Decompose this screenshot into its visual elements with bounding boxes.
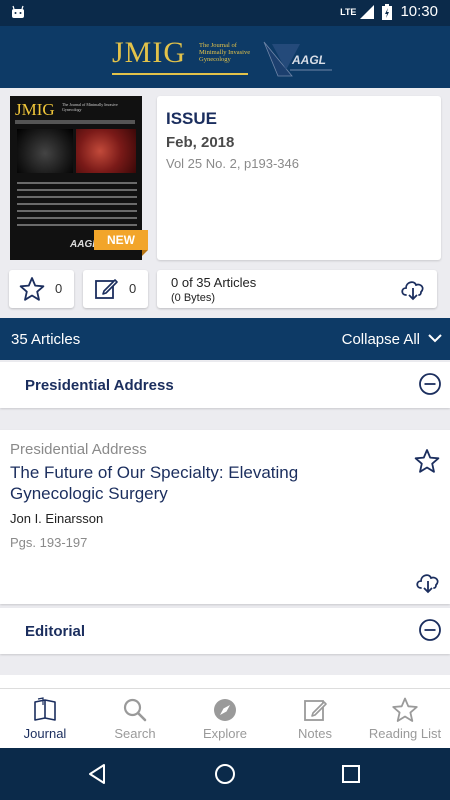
- logo-underline: [112, 73, 248, 75]
- section-header-editorial[interactable]: Editorial: [0, 608, 450, 654]
- notes-icon: [304, 700, 327, 721]
- notes-count: 0: [129, 281, 137, 296]
- add-to-reading-list-star-icon[interactable]: [414, 448, 440, 474]
- issue-volume: Vol 25 No. 2, p193-346: [166, 156, 299, 171]
- article-pages: Pgs. 193-197: [10, 535, 88, 550]
- article-card[interactable]: Presidential Address The Future of Our S…: [0, 430, 450, 604]
- articles-downloaded-count: 0 of 35 Articles: [171, 275, 257, 290]
- nav-label: Reading List: [368, 726, 442, 741]
- article-title[interactable]: The Future of Our Specialty: Elevating G…: [10, 462, 390, 504]
- collapse-all-button[interactable]: Collapse All: [342, 331, 420, 348]
- svg-text:AAGL: AAGL: [291, 53, 326, 67]
- compass-icon: [214, 699, 236, 721]
- nav-label: Journal: [23, 726, 67, 741]
- issue-favorite-button[interactable]: 0: [9, 270, 74, 308]
- section-title: Editorial: [25, 623, 86, 640]
- issue-download-button[interactable]: 0 of 35 Articles (0 Bytes): [157, 270, 437, 308]
- cover-contents-lines: [17, 182, 137, 231]
- download-size: (0 Bytes): [171, 292, 216, 304]
- signal-icon: [360, 4, 375, 19]
- cover-bar: [15, 120, 135, 124]
- section-title: Presidential Address: [25, 377, 174, 394]
- status-bar: LTE 10:30: [0, 0, 450, 26]
- section-header-presidential-address[interactable]: Presidential Address: [0, 362, 450, 408]
- article-section: Presidential Address: [10, 441, 147, 458]
- android-notification-icon: [12, 5, 24, 18]
- back-icon[interactable]: [86, 762, 110, 786]
- star-icon: [19, 277, 45, 301]
- nav-journal[interactable]: Journal: [0, 689, 90, 748]
- collapse-minus-icon[interactable]: [418, 372, 442, 396]
- clock: 10:30: [400, 3, 438, 20]
- battery-icon: [382, 3, 393, 20]
- cloud-download-icon: [401, 281, 424, 301]
- chevron-down-icon[interactable]: [428, 332, 442, 344]
- issue-date: Feb, 2018: [166, 134, 235, 151]
- articles-count: 35 Articles: [11, 331, 81, 348]
- favorites-count: 0: [55, 281, 63, 296]
- cover-title: JMIG: [15, 100, 55, 119]
- cover-image-left: [17, 129, 73, 173]
- issue-notes-button[interactable]: 0: [83, 270, 148, 308]
- article-author: Jon I. Einarsson: [10, 511, 104, 526]
- jmig-logo: JMIG: [112, 36, 187, 69]
- app-header: JMIG The Journal of Minimally Invasive G…: [0, 26, 450, 88]
- articles-header-bar: 35 Articles Collapse All: [0, 318, 450, 360]
- collapse-minus-icon[interactable]: [418, 618, 442, 642]
- system-navigation-bar: [0, 748, 450, 800]
- nav-notes[interactable]: Notes: [270, 689, 360, 748]
- new-badge: NEW: [94, 230, 148, 256]
- aagl-logo: AAGL: [263, 41, 332, 77]
- jmig-logo-subtitle: The Journal of Minimally Invasive Gyneco…: [199, 42, 251, 63]
- issue-info-card: ISSUE Feb, 2018 Vol 25 No. 2, p193-346: [157, 96, 441, 260]
- article-download-icon[interactable]: [414, 570, 442, 594]
- nav-label: Search: [114, 726, 156, 741]
- recents-icon[interactable]: [339, 762, 363, 786]
- bottom-navigation: Journal Search Explore Notes Reading Lis…: [0, 688, 450, 748]
- journal-icon: [34, 697, 56, 721]
- nav-reading-list[interactable]: Reading List: [360, 689, 450, 748]
- nav-search[interactable]: Search: [90, 689, 180, 748]
- nav-label: Explore: [202, 726, 248, 741]
- search-icon: [123, 698, 147, 722]
- nav-explore[interactable]: Explore: [180, 689, 270, 748]
- home-icon[interactable]: [213, 762, 237, 786]
- issue-label: ISSUE: [166, 109, 218, 128]
- network-type: LTE: [340, 6, 357, 17]
- cover-subtitle: The Journal of Minimally Invasive Gyneco…: [62, 102, 118, 112]
- edit-note-icon: [95, 279, 118, 299]
- nav-label: Notes: [298, 726, 332, 741]
- star-icon: [392, 697, 418, 722]
- cover-image-right: [76, 129, 136, 173]
